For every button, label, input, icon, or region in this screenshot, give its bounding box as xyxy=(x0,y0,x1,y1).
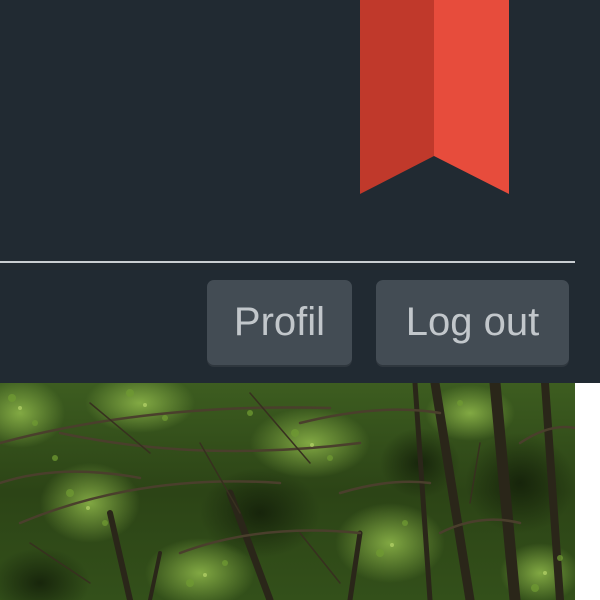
logout-button[interactable]: Log out xyxy=(376,280,569,365)
header-divider xyxy=(0,261,575,263)
page: Profil Log out xyxy=(0,0,600,600)
bookmark-icon xyxy=(360,0,509,194)
header: Profil Log out xyxy=(0,0,600,383)
hero-forest-image xyxy=(0,383,575,600)
profile-button[interactable]: Profil xyxy=(207,280,352,365)
